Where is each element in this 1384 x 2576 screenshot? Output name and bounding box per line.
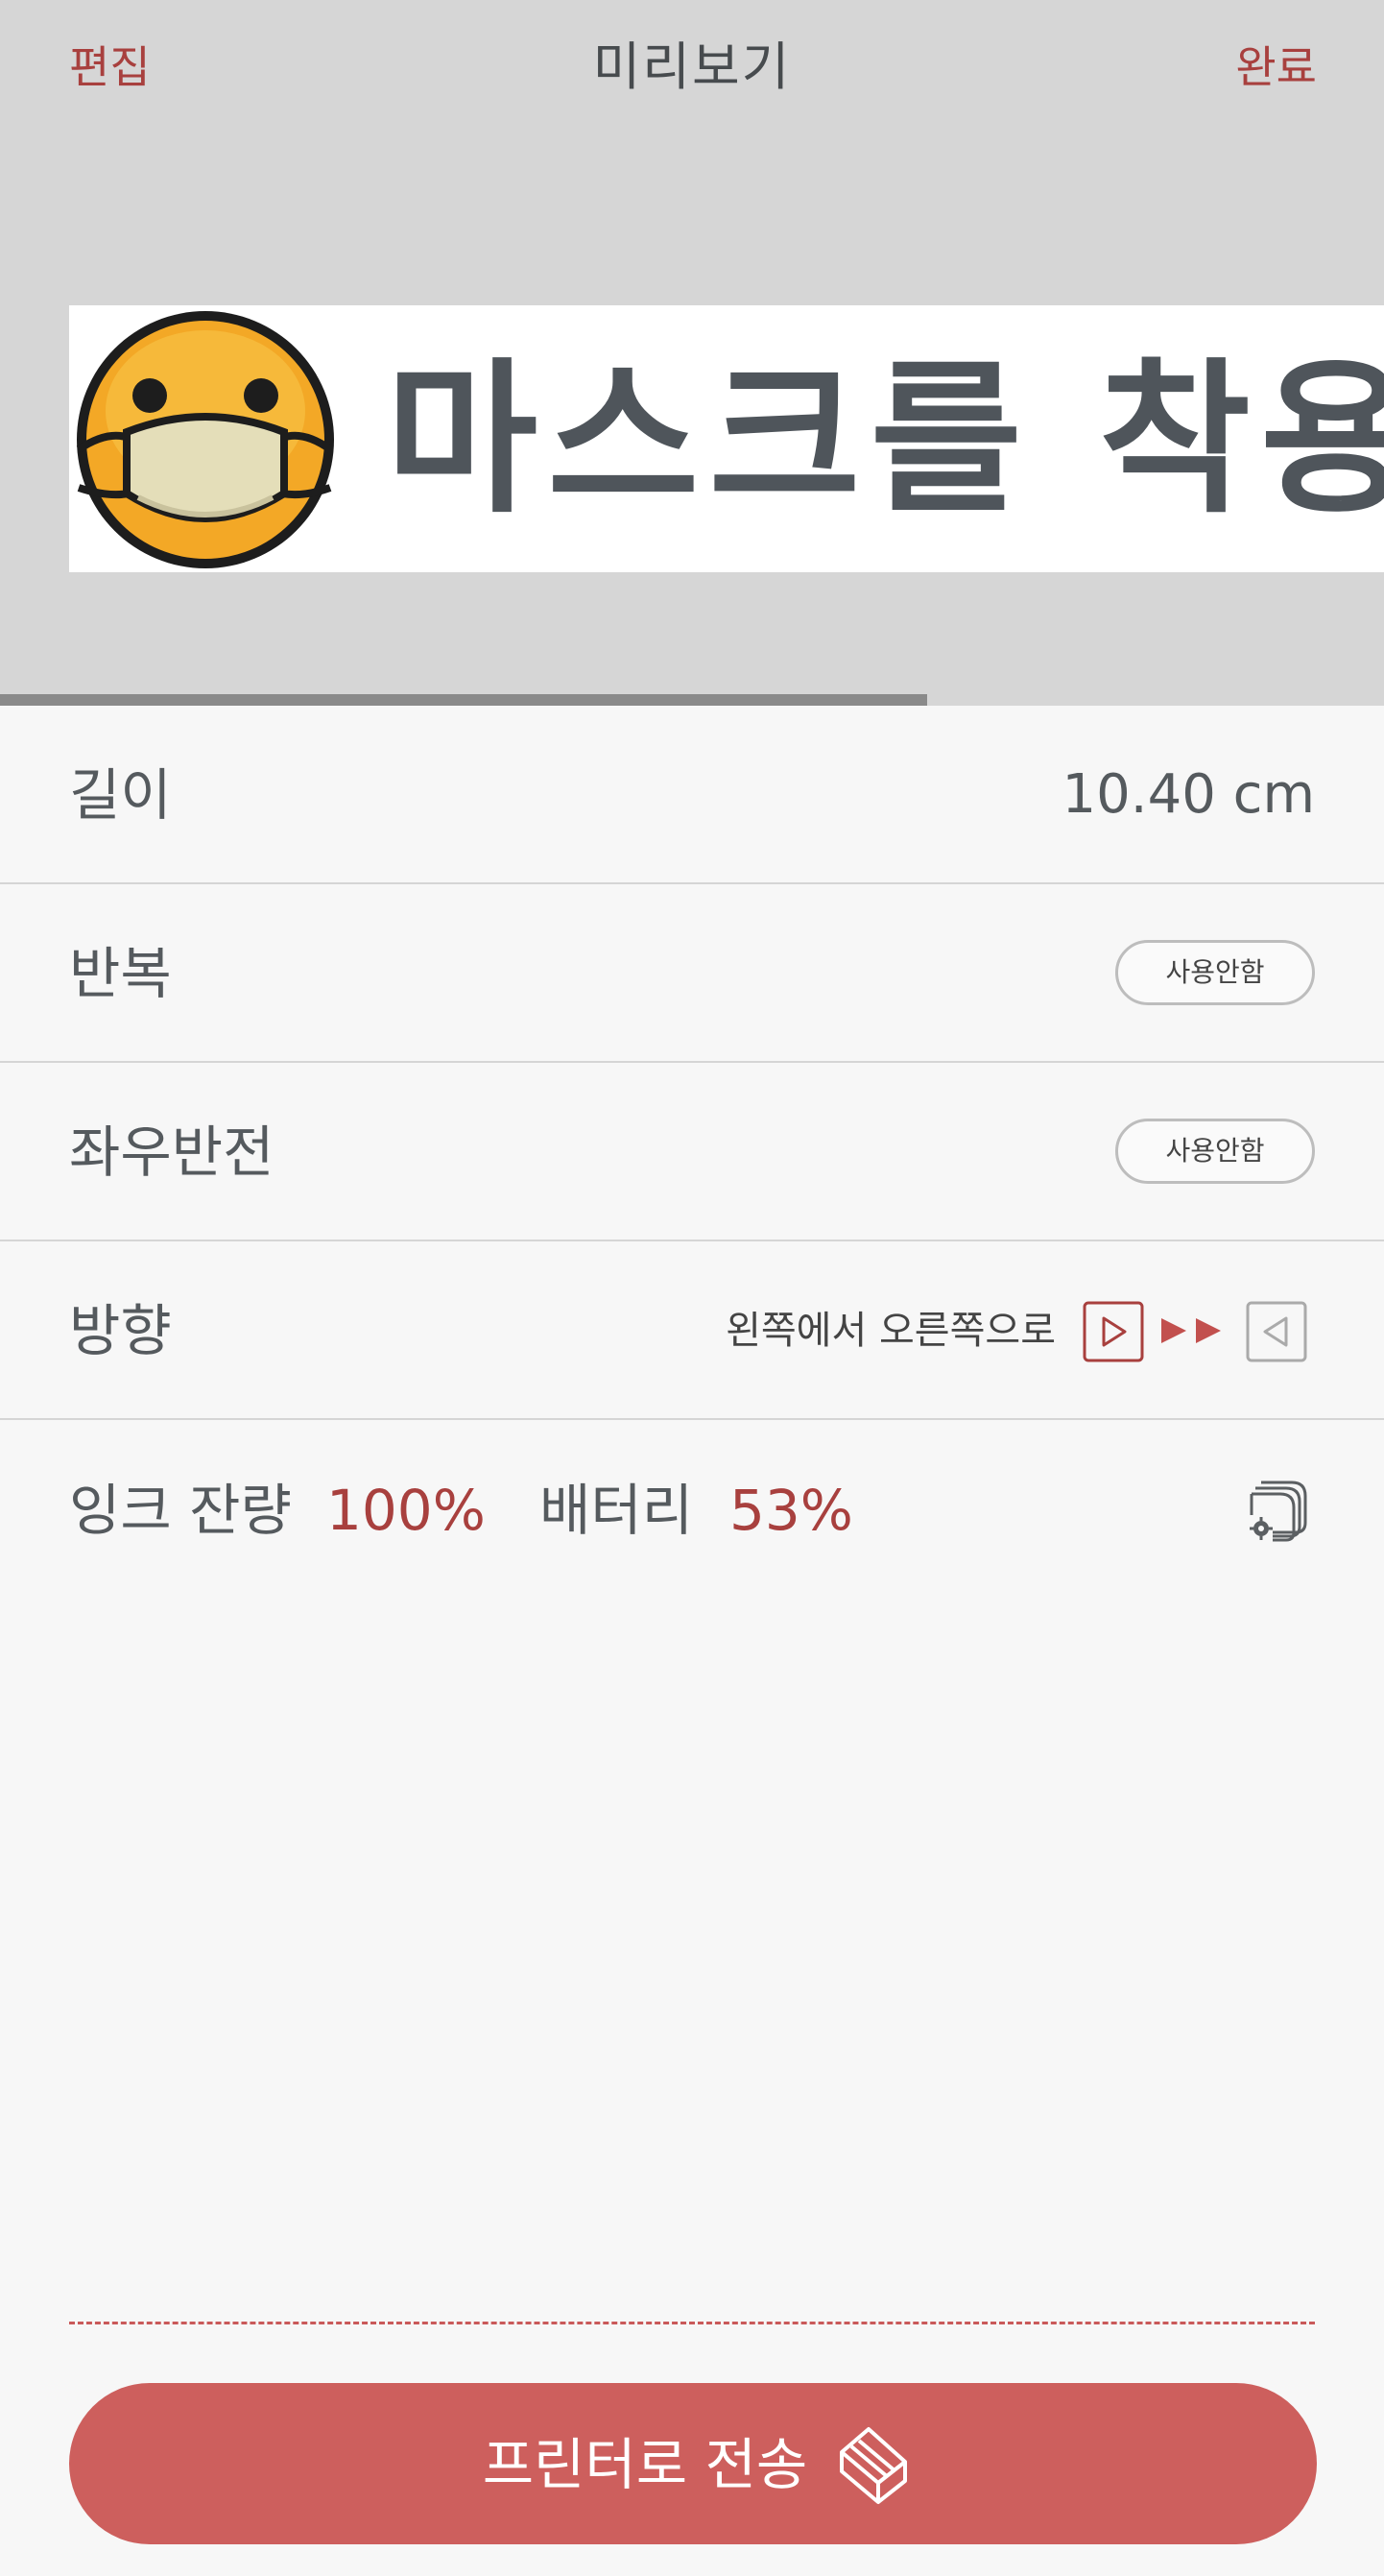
mirror-toggle-button[interactable]: 사용안함 bbox=[1115, 1119, 1315, 1184]
printer-stack-icon bbox=[840, 2427, 907, 2504]
preview-header: 편집 미리보기 완료 마스크를 착용하 bbox=[0, 0, 1384, 706]
face-with-mask-icon bbox=[76, 311, 334, 568]
play-left-icon[interactable] bbox=[1246, 1301, 1307, 1362]
battery-value: 53% bbox=[729, 1478, 853, 1543]
mirror-row: 좌우반전 사용안함 bbox=[0, 1063, 1384, 1241]
repeat-toggle-button[interactable]: 사용안함 bbox=[1115, 940, 1315, 1005]
ink-level-label: 잉크 잔량 bbox=[69, 1478, 292, 1543]
length-label: 길이 bbox=[69, 762, 172, 828]
preview-scrollbar[interactable] bbox=[0, 694, 1384, 706]
printer-status: 잉크 잔량 100% 배터리 53% bbox=[0, 1419, 1384, 1598]
ink-level-value: 100% bbox=[326, 1478, 486, 1543]
scrollbar-thumb[interactable] bbox=[0, 694, 927, 706]
double-arrow-right-icon bbox=[1161, 1318, 1221, 1343]
page-title: 미리보기 bbox=[592, 36, 792, 97]
length-value: 10.40 cm bbox=[1062, 763, 1315, 826]
battery-label: 배터리 bbox=[539, 1478, 694, 1543]
direction-label: 방향 bbox=[69, 1298, 172, 1363]
banner-text: 마스크를 착용하 bbox=[386, 343, 1384, 536]
done-button[interactable]: 완료 bbox=[1235, 36, 1317, 98]
direction-value: 왼쪽에서 오른쪽으로 bbox=[726, 1309, 1056, 1353]
divider-dashed bbox=[69, 2322, 1315, 2324]
direction-row: 방향 왼쪽에서 오른쪽으로 bbox=[0, 1241, 1384, 1420]
send-to-printer-button[interactable]: 프린터로 전송 bbox=[69, 2383, 1317, 2544]
label-preview[interactable]: 마스크를 착용하 bbox=[69, 305, 1384, 572]
send-button-label: 프린터로 전송 bbox=[482, 2432, 808, 2497]
printer-settings-icon[interactable] bbox=[1244, 1473, 1315, 1544]
repeat-row: 반복 사용안함 bbox=[0, 884, 1384, 1063]
play-right-icon[interactable] bbox=[1083, 1301, 1144, 1362]
repeat-label: 반복 bbox=[69, 941, 172, 1006]
mirror-label: 좌우반전 bbox=[69, 1119, 274, 1185]
length-row: 길이 10.40 cm bbox=[0, 706, 1384, 884]
